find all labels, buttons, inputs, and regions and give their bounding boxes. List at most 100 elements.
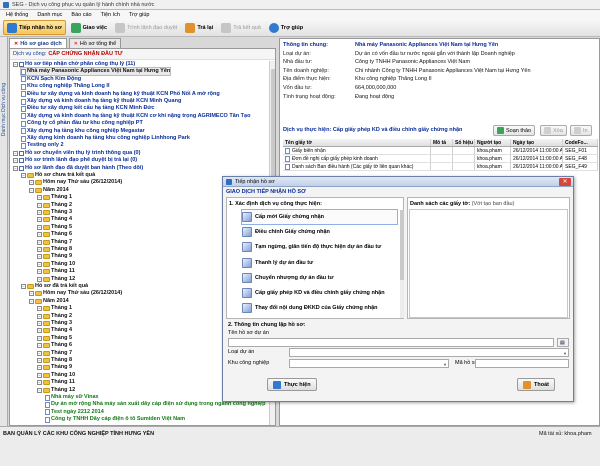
tree-node[interactable]: Xây dựng và kinh doanh hạ tầng kỹ thuật … xyxy=(21,98,181,105)
tree-node[interactable]: − Tháng 12 xyxy=(37,276,75,283)
industrial-zone-select[interactable]: ▼ xyxy=(289,359,449,368)
tree-node[interactable]: − Hồ sơ lãnh đạo đã duyệt ban hành (Theo … xyxy=(13,165,143,172)
tree-node[interactable]: Xây dựng kinh doanh hạ tầng khu công ngh… xyxy=(21,135,190,142)
tree-node[interactable]: Công ty cổ phần đầu tư khu công nghiệp P… xyxy=(21,120,143,127)
col-creator[interactable]: Người tạo xyxy=(475,139,511,146)
menu-tro-giup[interactable]: Trợ giúp xyxy=(129,12,150,18)
col-created[interactable]: Ngày tạo xyxy=(511,139,563,146)
tree-node[interactable]: − Tháng 11 xyxy=(37,268,75,275)
collapse-toggle-icon[interactable]: − xyxy=(37,232,42,238)
collapse-toggle-icon[interactable]: − xyxy=(37,306,42,312)
tree-node[interactable]: − Hồ sơ tiếp nhận chờ phân công thụ lý (1… xyxy=(13,61,135,68)
tree-node[interactable]: − Tháng 9 xyxy=(37,364,72,371)
tree-node[interactable]: − Tháng 1 xyxy=(37,194,72,201)
services-scrollbar[interactable] xyxy=(400,210,404,318)
tree-node[interactable]: Nhà máy sữ Vinax xyxy=(45,394,99,401)
print-button[interactable]: In xyxy=(570,125,592,136)
tree-node[interactable]: − Hồ sơ chuyển viên thụ lý trình thông qu… xyxy=(13,150,140,157)
documents-list-box[interactable] xyxy=(409,209,568,318)
tree-node[interactable]: − Tháng 2 xyxy=(37,202,72,209)
tree-node[interactable]: Nhà máy Panasonic Appliances Việt Nam tạ… xyxy=(19,67,172,77)
collapse-toggle-icon[interactable]: − xyxy=(37,350,42,356)
col-number[interactable]: Số hiệu xyxy=(453,139,475,146)
return-button[interactable]: Trả lại xyxy=(182,20,216,35)
return-result-button[interactable]: Trả kết quả xyxy=(218,20,264,35)
service-action[interactable]: Thanh lý dự án đầu tư xyxy=(242,256,397,270)
close-icon[interactable]: ✕ xyxy=(74,41,78,47)
col-code[interactable]: CodeFo... xyxy=(563,139,598,146)
collapse-toggle-icon[interactable]: − xyxy=(37,202,42,208)
dialog-titlebar[interactable]: Tiếp nhận hồ sơ xyxy=(223,177,573,187)
receive-dossier-button[interactable]: Tiếp nhận hồ sơ xyxy=(3,20,66,35)
tree-node[interactable]: − Tháng 2 xyxy=(37,313,72,320)
table-row[interactable]: Danh sách Ban điều hành (Các giấy tờ liê… xyxy=(283,163,598,171)
collapse-toggle-icon[interactable]: − xyxy=(13,150,18,156)
collapse-toggle-icon[interactable]: − xyxy=(37,387,42,393)
tree-node[interactable]: − Hôm nay Thứ sáu (26/12/2014) xyxy=(29,290,122,297)
service-action[interactable]: Chuyển nhượng dự án đầu tư xyxy=(242,271,397,285)
service-filter[interactable]: Dịch vụ công: CẤP CHỨNG NHẬN ĐẦU TƯ xyxy=(10,49,275,60)
menu-tien-ich[interactable]: Tiện ích xyxy=(101,12,120,18)
project-lookup-button[interactable]: ▤ xyxy=(557,338,569,347)
tree-node[interactable]: − Tháng 6 xyxy=(37,342,72,349)
tree-node[interactable]: − Tháng 6 xyxy=(37,231,72,238)
tree-node[interactable]: − Tháng 8 xyxy=(37,246,72,253)
menu-he-thong[interactable]: Hệ thống xyxy=(6,12,28,18)
tree-node[interactable]: − Tháng 12 xyxy=(37,387,75,394)
collapse-toggle-icon[interactable]: − xyxy=(37,217,42,223)
tree-node[interactable]: − Tháng 8 xyxy=(37,357,72,364)
tree-node[interactable]: − Tháng 3 xyxy=(37,209,72,216)
tree-node[interactable]: − Tháng 7 xyxy=(37,350,72,357)
col-desc[interactable]: Mô tả xyxy=(431,139,453,146)
tree-node[interactable]: Xây dựng hạ tầng khu công nghiệp Megasta… xyxy=(21,128,145,135)
tree-node[interactable]: − Tháng 9 xyxy=(37,253,72,260)
collapse-toggle-icon[interactable]: − xyxy=(37,224,42,230)
collapse-toggle-icon[interactable]: − xyxy=(21,173,26,178)
collapse-toggle-icon[interactable]: − xyxy=(37,343,42,349)
tree-node[interactable]: − Hôm nay Thứ sáu (26/12/2014) xyxy=(29,179,122,186)
collapse-toggle-icon[interactable]: − xyxy=(37,365,42,371)
tree-node[interactable]: Điều tư xây dựng kết cấu hạ tầng KCN Min… xyxy=(21,105,154,112)
tree-node[interactable]: Khu công nghiệp Thăng Long II xyxy=(21,83,110,90)
tree-node[interactable]: − Năm 2014 xyxy=(29,298,69,305)
service-action[interactable]: Cấp giấy phép KD và điều chỉnh giấy chứn… xyxy=(242,286,397,300)
tree-node[interactable]: − Tháng 7 xyxy=(37,239,72,246)
collapse-toggle-icon[interactable]: − xyxy=(29,298,34,304)
project-type-select[interactable]: ▼ xyxy=(289,348,569,357)
tree-node[interactable]: KCN Sạch Kim Động xyxy=(21,76,81,83)
exit-button[interactable]: Thoát xyxy=(517,378,555,391)
collapse-toggle-icon[interactable]: − xyxy=(13,158,18,164)
tree-node[interactable]: − Tháng 4 xyxy=(37,327,72,334)
service-action[interactable]: Tạm ngừng, giãn tiến độ thực hiện dự án … xyxy=(242,240,397,254)
service-action[interactable]: Thay đổi nội dung ĐKKD của Giấy chứng nh… xyxy=(242,301,397,315)
table-row[interactable]: Đơn đề nghị cấp giấy phép kinh doanh khoa… xyxy=(283,155,598,163)
help-button[interactable]: Trợ giúp xyxy=(266,20,306,35)
tree-node[interactable]: − Tháng 10 xyxy=(37,261,75,268)
project-name-input[interactable] xyxy=(228,338,554,347)
collapse-toggle-icon[interactable]: − xyxy=(37,239,42,245)
tree-node[interactable]: − Tháng 4 xyxy=(37,216,72,223)
delete-button[interactable]: Xóa xyxy=(540,125,567,136)
side-strip[interactable]: Danh mục Dịch vụ công xyxy=(0,37,8,426)
collapse-toggle-icon[interactable]: − xyxy=(37,328,42,334)
collapse-toggle-icon[interactable]: − xyxy=(37,247,42,252)
tree-node[interactable]: − Năm 2014 xyxy=(29,187,69,194)
collapse-toggle-icon[interactable]: − xyxy=(37,195,42,201)
tree-node[interactable]: − Hồ sơ chưa trả kết quả xyxy=(21,172,95,179)
col-name[interactable]: Tên giấy tờ xyxy=(283,139,431,146)
tree-node[interactable]: − Tháng 10 xyxy=(37,372,75,379)
tree-node[interactable]: − Tháng 3 xyxy=(37,320,72,327)
tree-node[interactable]: Testing only 2 xyxy=(21,142,64,149)
collapse-toggle-icon[interactable]: − xyxy=(37,321,42,326)
dialog-close-button[interactable]: ✕ xyxy=(559,178,571,186)
collapse-toggle-icon[interactable]: − xyxy=(29,187,34,193)
collapse-toggle-icon[interactable]: − xyxy=(37,276,42,282)
tree-node[interactable]: − Hồ sơ đã trả kết quả xyxy=(21,283,88,290)
collapse-toggle-icon[interactable]: − xyxy=(37,372,42,378)
collapse-toggle-icon[interactable]: − xyxy=(37,269,42,275)
tree-node[interactable]: Xây dựng và kinh doanh hạ tầng kỹ thuật … xyxy=(21,113,250,120)
collapse-toggle-icon[interactable]: − xyxy=(37,261,42,267)
collapse-toggle-icon[interactable]: − xyxy=(29,291,34,297)
assign-button[interactable]: Giao việc xyxy=(68,20,110,35)
tab-ho-so-tong-the[interactable]: ✕ Hồ sơ tổng thể xyxy=(68,38,122,48)
